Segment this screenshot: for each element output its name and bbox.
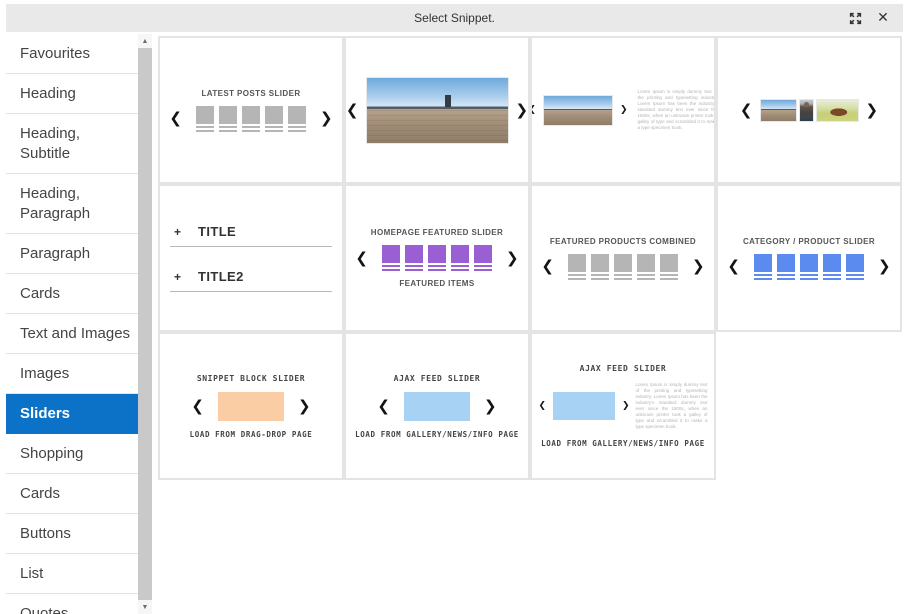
snippet-category-product-slider[interactable]: CATEGORY / PRODUCT SLIDER ❮ ❯ [716, 184, 902, 332]
chevron-right-icon: ❯ [622, 402, 630, 411]
chevron-left-icon: ❮ [541, 259, 554, 274]
chevron-right-icon: ❯ [320, 111, 333, 126]
featured-thumbnails [382, 245, 492, 271]
sidebar-item-shopping[interactable]: Shopping [6, 434, 138, 474]
category-sidebar: Favourites Heading Heading, Subtitle Hea… [6, 34, 152, 614]
portrait-photo [799, 99, 814, 122]
sidebar-item-images[interactable]: Images [6, 354, 138, 394]
chevron-right-icon: ❯ [506, 251, 519, 266]
dialog-title: Select Snippet. [6, 4, 903, 32]
snippet-title: SNIPPET BLOCK SLIDER [197, 374, 305, 383]
beach-photo [366, 77, 509, 144]
sidebar-item-sliders[interactable]: Sliders [6, 394, 138, 434]
snippet-title: CATEGORY / PRODUCT SLIDER [743, 237, 875, 246]
snippet-ajax-feed-slider[interactable]: AJAX FEED SLIDER ❮ ❯ LOAD FROM GALLERY/N… [344, 332, 530, 480]
sidebar-item-heading-subtitle[interactable]: Heading, Subtitle [6, 114, 138, 174]
feed-placeholder [553, 392, 615, 420]
snippet-image-text-slider[interactable]: ❮ ❯ Lorem Ipsum is simply dummy text of … [530, 36, 716, 184]
snippet-featured-products-combined[interactable]: FEATURED PRODUCTS COMBINED ❮ ❯ [530, 184, 716, 332]
snippet-title: AJAX FEED SLIDER [394, 374, 481, 383]
sidebar-item-cards[interactable]: Cards [6, 274, 138, 314]
snippet-block-slider[interactable]: SNIPPET BLOCK SLIDER ❮ ❯ LOAD FROM DRAG-… [158, 332, 344, 480]
chevron-left-icon: ❮ [727, 259, 740, 274]
chevron-right-icon: ❯ [484, 399, 497, 414]
category-thumbnails [754, 254, 864, 280]
dialog-header: Select Snippet. ✕ [6, 4, 903, 32]
chevron-left-icon: ❮ [530, 106, 536, 115]
chevron-left-icon: ❮ [538, 402, 546, 411]
accordion-title: TITLE2 [198, 269, 244, 284]
sidebar-item-heading-paragraph[interactable]: Heading, Paragraph [6, 174, 138, 234]
chevron-left-icon: ❮ [191, 399, 204, 414]
chevron-right-icon: ❯ [692, 259, 705, 274]
snippet-caption: LOAD FROM GALLERY/NEWS/INFO PAGE [355, 430, 519, 439]
snippet-grid: LATEST POSTS SLIDER ❮ ❯ ❮ ❯ [158, 36, 902, 480]
sidebar-item-heading[interactable]: Heading [6, 74, 138, 114]
sidebar-item-cards-2[interactable]: Cards [6, 474, 138, 514]
select-snippet-dialog: Select Snippet. ✕ Favourites Heading Hea… [0, 0, 906, 614]
expand-icon[interactable] [847, 10, 863, 26]
header-actions: ✕ [847, 4, 891, 32]
placeholder-text: Lorem Ipsum is simply dummy text of the … [636, 382, 708, 430]
snippet-caption: LOAD FROM DRAG-DROP PAGE [190, 430, 313, 439]
accordion-preview: + TITLE + TITLE2 [170, 224, 332, 292]
snippet-title: LATEST POSTS SLIDER [201, 89, 300, 98]
close-icon[interactable]: ✕ [875, 10, 891, 26]
accordion-row: + TITLE [170, 224, 332, 247]
snippet-image-slider[interactable]: ❮ ❯ [344, 36, 530, 184]
snippet-ajax-feed-slider-text[interactable]: AJAX FEED SLIDER ❮ ❯ Lorem Ipsum is simp… [530, 332, 716, 480]
snippet-accordion-titles[interactable]: + TITLE + TITLE2 [158, 184, 344, 332]
chevron-left-icon: ❮ [377, 399, 390, 414]
scrollbar-thumb[interactable] [138, 48, 152, 600]
chevron-right-icon: ❯ [298, 399, 311, 414]
sidebar-item-favourites[interactable]: Favourites [6, 34, 138, 74]
chevron-right-icon: ❯ [866, 103, 879, 118]
sidebar-item-quotes[interactable]: Quotes [6, 594, 138, 614]
sidebar-item-buttons[interactable]: Buttons [6, 514, 138, 554]
accordion-title: TITLE [198, 224, 236, 239]
sidebar-item-paragraph[interactable]: Paragraph [6, 234, 138, 274]
chevron-right-icon: ❯ [878, 259, 891, 274]
chevron-left-icon: ❮ [346, 103, 359, 118]
beach-photo [543, 95, 613, 126]
beach-photo [760, 99, 797, 122]
accordion-row: + TITLE2 [170, 269, 332, 292]
scroll-up-icon[interactable]: ▲ [138, 34, 152, 48]
snippet-caption: LOAD FROM GALLERY/NEWS/INFO PAGE [541, 439, 705, 448]
snippet-title: AJAX FEED SLIDER [580, 364, 667, 373]
product-thumbnails [568, 254, 678, 280]
chevron-right-icon: ❯ [516, 103, 529, 118]
snippet-latest-posts-slider[interactable]: LATEST POSTS SLIDER ❮ ❯ [158, 36, 344, 184]
category-list: Favourites Heading Heading, Subtitle Hea… [6, 34, 138, 614]
placeholder-text: Lorem Ipsum is simply dummy text of the … [638, 89, 716, 131]
snippet-caption: FEATURED ITEMS [399, 279, 474, 288]
snippet-title: FEATURED PRODUCTS COMBINED [550, 237, 696, 246]
chevron-left-icon: ❮ [740, 103, 753, 118]
sidebar-item-text-and-images[interactable]: Text and Images [6, 314, 138, 354]
feed-placeholder [404, 392, 470, 421]
chevron-left-icon: ❮ [355, 251, 368, 266]
snippet-block-placeholder [218, 392, 284, 421]
snippet-title: HOMEPAGE FEATURED SLIDER [371, 228, 503, 237]
snippet-multi-image-slider[interactable]: ❮ ❯ [716, 36, 902, 184]
chevron-right-icon: ❯ [620, 106, 628, 115]
snippet-homepage-featured-slider[interactable]: HOMEPAGE FEATURED SLIDER ❮ ❯ FEATURED IT… [344, 184, 530, 332]
cow-photo [816, 99, 859, 122]
sidebar-item-list[interactable]: List [6, 554, 138, 594]
scroll-down-icon[interactable]: ▼ [138, 600, 152, 614]
plus-icon: + [174, 270, 181, 284]
sidebar-scrollbar[interactable]: ▲ ▼ [138, 34, 152, 614]
chevron-left-icon: ❮ [169, 111, 182, 126]
empty-grid-slot [716, 332, 902, 480]
post-thumbnails [196, 106, 306, 132]
image-thumbnails [760, 99, 859, 122]
plus-icon: + [174, 225, 181, 239]
